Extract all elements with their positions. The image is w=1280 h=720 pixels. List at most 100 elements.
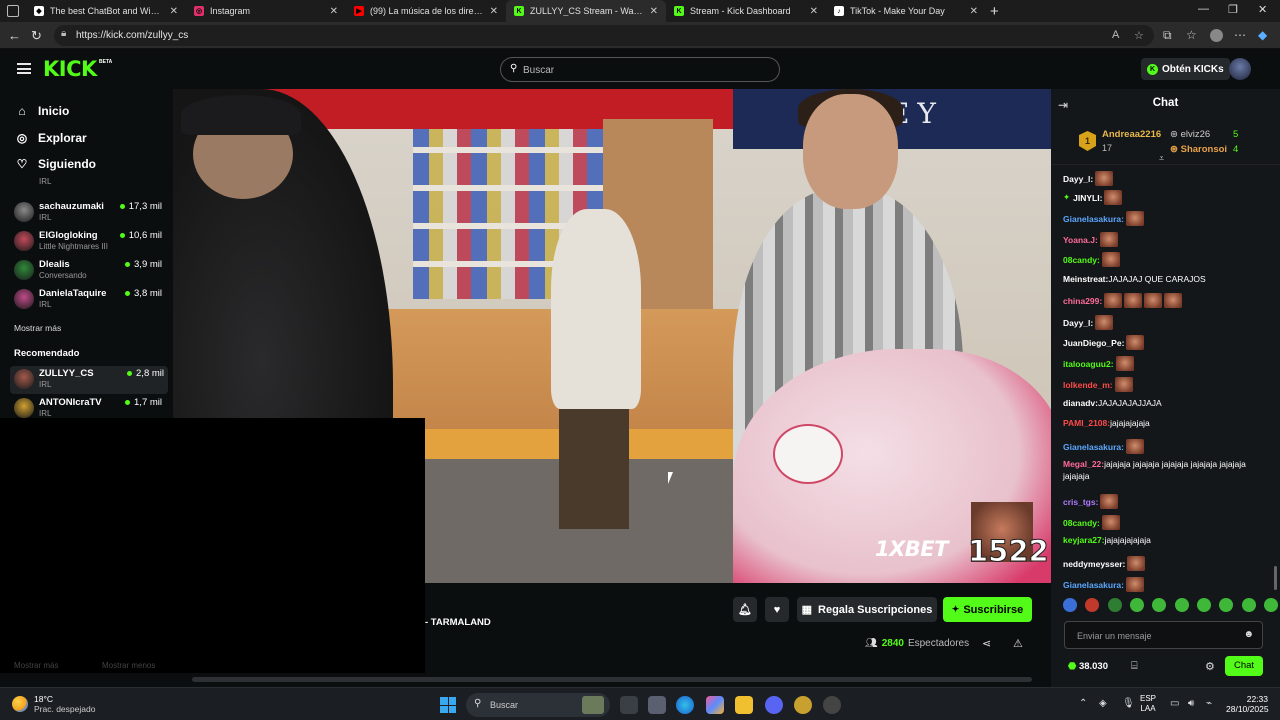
profile-avatar-icon[interactable] bbox=[1210, 29, 1223, 42]
chat-username[interactable]: Yoana.J: bbox=[1063, 235, 1098, 245]
menu-icon[interactable] bbox=[17, 63, 31, 74]
tab-close-icon[interactable]: ✕ bbox=[650, 6, 658, 17]
emote-icon[interactable] bbox=[1107, 598, 1122, 612]
chat-username[interactable]: china299: bbox=[1063, 296, 1102, 306]
chat-username[interactable]: keyjara27: bbox=[1063, 535, 1105, 545]
subscribe-button[interactable]: ✦ Suscribirse bbox=[943, 597, 1032, 622]
obs-icon[interactable] bbox=[823, 696, 841, 714]
channel-item[interactable]: Dlealis Conversando 3,9 mil bbox=[14, 257, 166, 285]
microphone-icon[interactable]: 🎙︎ bbox=[1122, 698, 1135, 709]
chat-username[interactable]: 08candy: bbox=[1063, 518, 1100, 528]
chat-username[interactable]: neddymeysser: bbox=[1063, 559, 1125, 569]
follow-button[interactable]: ♥ bbox=[765, 597, 789, 622]
taskbar-search[interactable]: ⚲ Buscar bbox=[466, 693, 610, 717]
tab-close-icon[interactable]: ✕ bbox=[970, 6, 978, 17]
chat-input[interactable]: Enviar un mensaje ☻ bbox=[1064, 621, 1263, 649]
chat-username[interactable]: cris_tgs: bbox=[1063, 497, 1098, 507]
browser-tab[interactable]: ▶ (99) La música de los directos de ✕ bbox=[346, 0, 506, 22]
favorite-star-icon[interactable]: ☆ bbox=[1134, 29, 1144, 42]
emote-icon[interactable] bbox=[1085, 598, 1100, 612]
page-horizontal-scrollbar[interactable] bbox=[0, 673, 1051, 687]
chat-username[interactable]: italooaguu2: bbox=[1063, 359, 1114, 369]
restore-button[interactable]: ❐ bbox=[1228, 3, 1238, 16]
chat-username[interactable]: Gianelasakura: bbox=[1063, 580, 1124, 590]
browser-tab[interactable]: ♪ TikTok - Make Your Day ✕ bbox=[826, 0, 986, 22]
send-chat-button[interactable]: Chat bbox=[1225, 656, 1263, 676]
channel-item[interactable]: DanielaTaquire IRL 3,8 mil bbox=[14, 286, 166, 314]
emote-icon[interactable] bbox=[1241, 598, 1256, 612]
reload-icon[interactable]: ↻ bbox=[31, 28, 42, 44]
chat-username[interactable]: Dayy_l: bbox=[1063, 174, 1093, 184]
tab-close-icon[interactable]: ✕ bbox=[490, 6, 498, 17]
browser-tab[interactable]: K Stream - Kick Dashboard ✕ bbox=[666, 0, 826, 22]
emote-icon[interactable] bbox=[1196, 598, 1211, 612]
scrollbar-thumb[interactable] bbox=[192, 677, 1032, 682]
kick-logo[interactable]: KICK bbox=[43, 57, 97, 81]
chat-username[interactable]: JuanDiego_Pe: bbox=[1063, 338, 1124, 348]
second-gifter[interactable]: ⊛ elviz26 bbox=[1170, 129, 1210, 140]
browser-tab[interactable]: K ZULLYY_CS Stream - Watch Live o ✕ bbox=[506, 0, 666, 22]
volume-icon[interactable]: 🔊︎ bbox=[1188, 698, 1194, 709]
chat-username[interactable]: dianadv: bbox=[1063, 398, 1098, 408]
favorites-icon[interactable]: ☆ bbox=[1186, 28, 1197, 42]
chat-username[interactable]: Meinstreat: bbox=[1063, 274, 1108, 284]
widgets-icon[interactable] bbox=[648, 696, 666, 714]
chat-username[interactable]: 08candy: bbox=[1063, 255, 1100, 265]
more-menu-icon[interactable]: ⋯ bbox=[1234, 28, 1246, 42]
gift-subs-button[interactable]: ▦ Regala Suscripciones bbox=[797, 597, 937, 622]
start-button[interactable] bbox=[440, 697, 456, 713]
emote-icon[interactable] bbox=[1152, 598, 1167, 612]
channel-item[interactable]: ZULLYY_CS IRL 2,8 mil bbox=[10, 366, 168, 394]
nav-explore[interactable]: ◎ Explorar bbox=[15, 131, 87, 145]
network-icon[interactable]: ▭ bbox=[1170, 698, 1179, 709]
third-gifter[interactable]: ⊛ Sharonsoi bbox=[1170, 144, 1227, 155]
copilot-app-icon[interactable] bbox=[706, 696, 724, 714]
language-indicator[interactable]: ESP LAA bbox=[1140, 694, 1156, 714]
browser-tab[interactable]: ◆ The best ChatBot and Widgets fo ✕ bbox=[26, 0, 186, 22]
chat-username[interactable]: JINYLI: bbox=[1073, 193, 1102, 203]
window-menu-icon[interactable] bbox=[7, 5, 19, 17]
task-view-icon[interactable] bbox=[620, 696, 638, 714]
chat-username[interactable]: Gianelasakura: bbox=[1063, 442, 1124, 452]
emote-icon[interactable] bbox=[1129, 598, 1144, 612]
expand-leaderboard-icon[interactable]: ⩡ bbox=[1159, 153, 1164, 164]
app-icon[interactable] bbox=[794, 696, 812, 714]
top-gifter-name[interactable]: Andreaa2216 bbox=[1102, 129, 1161, 140]
channel-item[interactable]: sachauzumaki IRL 17,3 mil bbox=[14, 199, 166, 227]
browser-tab[interactable]: ◎ Instagram ✕ bbox=[186, 0, 346, 22]
chat-username[interactable]: lolkende_m: bbox=[1063, 380, 1113, 390]
emote-icon[interactable] bbox=[1219, 598, 1234, 612]
copilot-icon[interactable]: ◆ bbox=[1258, 28, 1267, 42]
minimize-button[interactable]: — bbox=[1198, 3, 1209, 15]
edge-icon[interactable] bbox=[676, 696, 694, 714]
user-avatar[interactable] bbox=[1229, 58, 1251, 80]
new-tab-button[interactable]: + bbox=[990, 3, 999, 20]
chat-username[interactable]: PAMI_2108: bbox=[1063, 418, 1110, 428]
emote-icon[interactable] bbox=[1174, 598, 1189, 612]
chat-username[interactable]: Gianelasakura: bbox=[1063, 214, 1124, 224]
weather-widget[interactable]: 18°C Prac. despejado bbox=[12, 694, 95, 714]
chat-username[interactable]: Dayy_l: bbox=[1063, 318, 1093, 328]
notifications-button[interactable]: 🔔︎ bbox=[733, 597, 757, 622]
tray-chevron-icon[interactable]: ⌃ bbox=[1079, 698, 1087, 709]
report-icon[interactable]: ⚠ bbox=[1013, 637, 1023, 650]
tab-close-icon[interactable]: ✕ bbox=[170, 6, 178, 17]
points-display[interactable]: ⬣ 38.030 bbox=[1068, 661, 1108, 672]
nav-home[interactable]: ⌂ Inicio bbox=[15, 104, 69, 118]
store-icon[interactable]: ⌸ bbox=[1131, 660, 1138, 673]
extensions-icon[interactable]: ⧉ bbox=[1163, 28, 1172, 43]
tray-app-icon[interactable]: ◈ bbox=[1099, 698, 1107, 709]
close-window-button[interactable]: ✕ bbox=[1258, 3, 1267, 16]
channel-item[interactable]: ElGlogloking Little Nightmares III 10,6 mi… bbox=[14, 228, 166, 256]
battery-icon[interactable]: ⌁ bbox=[1206, 698, 1212, 709]
search-input[interactable]: ⚲ Buscar bbox=[500, 57, 780, 82]
url-field[interactable]: 🔒︎ https://kick.com/zullyy_cs A ☆ bbox=[54, 25, 1154, 46]
tab-close-icon[interactable]: ✕ bbox=[330, 6, 338, 17]
chat-scrollbar[interactable] bbox=[1274, 566, 1277, 590]
nav-following[interactable]: ♡ Siguiendo bbox=[15, 157, 96, 171]
chat-username[interactable]: Megal_22: bbox=[1063, 459, 1104, 469]
tab-close-icon[interactable]: ✕ bbox=[810, 6, 818, 17]
get-kicks-button[interactable]: K Obtén KICKs bbox=[1141, 58, 1230, 80]
emote-icon[interactable] bbox=[1263, 598, 1278, 612]
show-more-link[interactable]: Mostrar más bbox=[14, 323, 61, 333]
